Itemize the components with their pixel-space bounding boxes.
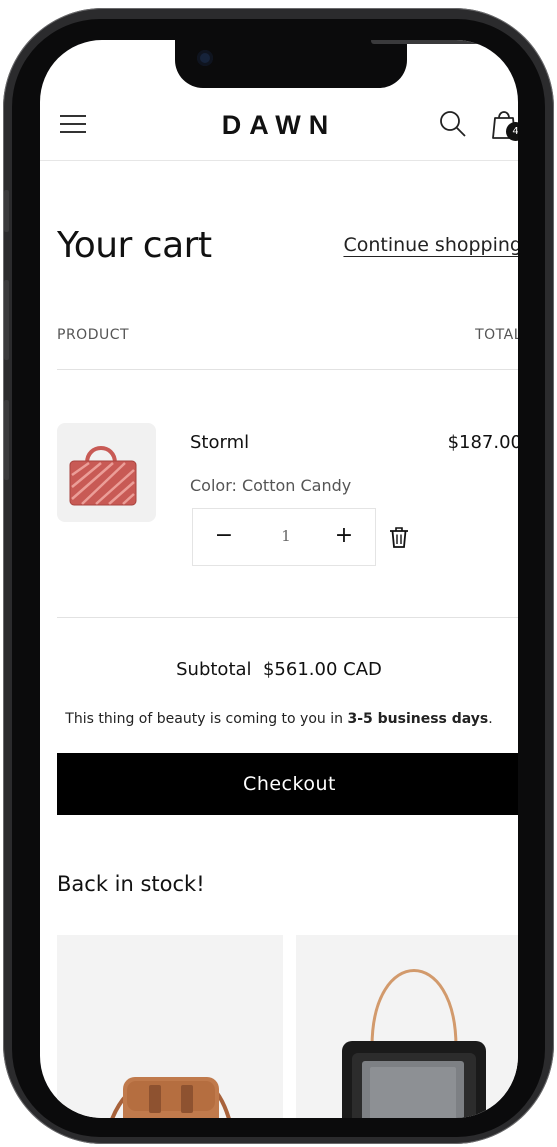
notch <box>175 40 489 88</box>
delivery-suffix: . <box>488 711 493 727</box>
page-title: Your cart <box>57 225 212 266</box>
phone-side-button <box>4 190 9 232</box>
divider <box>57 617 518 618</box>
speaker <box>371 40 489 44</box>
quantity-input[interactable] <box>263 526 309 546</box>
checkout-button[interactable]: Checkout <box>57 753 518 815</box>
trash-icon[interactable] <box>388 526 410 548</box>
subtotal: Subtotal $561.00 CAD <box>176 659 382 680</box>
plus-icon[interactable]: + <box>329 523 359 548</box>
search-icon[interactable] <box>438 109 468 139</box>
continue-shopping-link[interactable]: Continue shopping <box>343 234 518 256</box>
divider <box>57 369 518 370</box>
product-card[interactable] <box>296 935 518 1118</box>
item-price: $187.00 <box>447 432 518 453</box>
handbag-icon <box>69 446 137 506</box>
cart-count-badge: 4 <box>506 122 518 141</box>
black-bag-image <box>342 969 486 1118</box>
column-header-total: TOTAL <box>475 327 518 343</box>
item-name[interactable]: Storml <box>190 432 249 453</box>
section-title: Back in stock! <box>57 872 205 896</box>
brown-bag-image <box>110 1077 231 1118</box>
column-header-product: PRODUCT <box>57 327 130 343</box>
screen: DAWN 4 Your cart Continue shopping PRODU… <box>40 40 518 1118</box>
delivery-text: This thing of beauty is coming to you in <box>65 711 348 727</box>
phone-side-button <box>4 400 9 480</box>
product-card[interactable] <box>57 935 283 1118</box>
phone-side-button <box>4 280 9 360</box>
site-header: DAWN 4 <box>40 92 518 161</box>
quantity-stepper: − + <box>192 508 376 566</box>
minus-icon[interactable]: − <box>209 523 239 548</box>
item-variant: Color: Cotton Candy <box>190 476 352 495</box>
delivery-note: This thing of beauty is coming to you in… <box>40 711 518 727</box>
delivery-days: 3-5 business days <box>347 711 489 727</box>
product-image[interactable] <box>57 423 156 522</box>
camera <box>197 50 213 66</box>
